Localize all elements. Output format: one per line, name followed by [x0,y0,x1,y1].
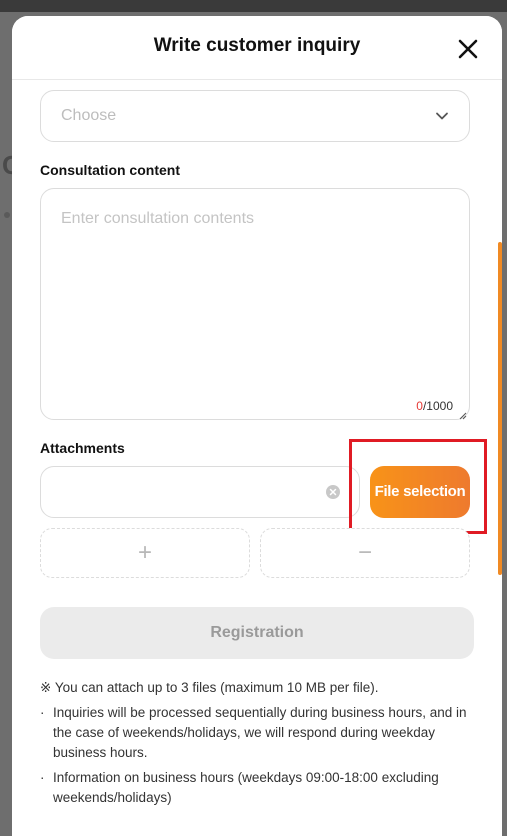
bullet-mark: · [40,705,45,720]
consultation-label: Consultation content [40,162,180,178]
notice-item: · Information on business hours (weekday… [40,768,476,808]
category-select[interactable]: Choose [40,90,470,142]
character-counter: 0/1000 [416,399,453,413]
backdrop-top-bar [0,0,507,12]
consultation-placeholder: Enter consultation contents [61,210,255,227]
scrollbar-thumb[interactable] [498,242,502,575]
inquiry-modal: Write customer inquiry Choose Consultati… [12,16,502,836]
modal-header: Write customer inquiry [12,16,502,80]
file-selection-button[interactable]: File selection [370,466,470,518]
backdrop-dot [4,212,10,218]
chevron-down-icon [435,109,449,123]
consultation-textarea[interactable]: Enter consultation contents 0/1000 [40,188,470,420]
notice-processing: Inquiries will be processed sequentially… [53,705,467,760]
bullet-mark: · [40,770,45,785]
resize-grip-icon[interactable] [457,407,467,420]
character-count-current: 0 [416,399,423,413]
character-count-max: /1000 [422,399,453,413]
attachments-label: Attachments [40,440,125,456]
notice-list: ※ You can attach up to 3 files (maximum … [40,678,476,813]
notice-item: · Inquiries will be processed sequential… [40,703,476,763]
notice-attach-limit: ※ You can attach up to 3 files (maximum … [40,680,379,695]
category-select-placeholder: Choose [61,107,117,124]
plus-icon: + [137,539,152,566]
registration-button[interactable]: Registration [40,607,474,659]
remove-attachment-button[interactable]: − [260,528,470,578]
close-icon[interactable] [456,37,480,61]
clear-circle-icon[interactable] [326,485,340,499]
modal-title: Write customer inquiry [153,35,361,56]
attachment-file-field[interactable] [40,466,360,518]
add-attachment-button[interactable]: + [40,528,250,578]
notice-hours: Information on business hours (weekdays … [53,770,439,805]
minus-icon: − [357,539,372,566]
